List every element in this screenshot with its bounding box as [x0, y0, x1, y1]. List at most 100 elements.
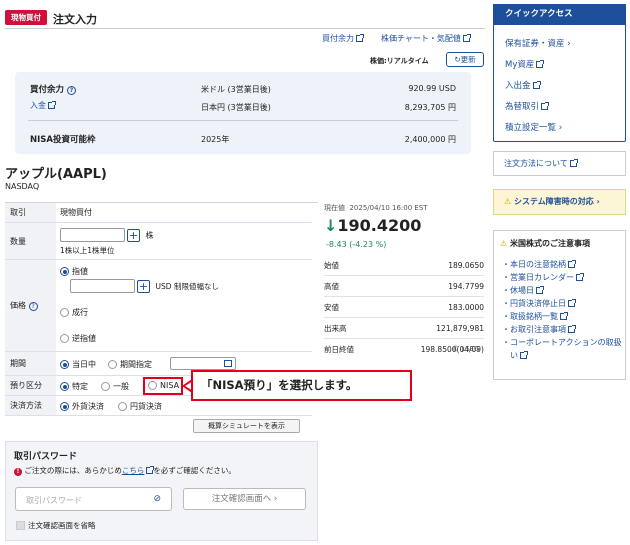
- calendar-icon[interactable]: [224, 360, 232, 367]
- warning-triangle-icon: ⚠: [500, 239, 508, 248]
- checkbox[interactable]: [16, 521, 25, 530]
- radio-market[interactable]: [60, 308, 69, 317]
- quick-link-deposit[interactable]: 入出金: [505, 79, 620, 100]
- qty-unit: 株: [145, 230, 154, 240]
- password-title: 取引パスワード: [14, 452, 78, 462]
- order-type-badge: 現物買付: [5, 10, 47, 25]
- limit-option[interactable]: 指値: [60, 266, 88, 277]
- nisa-label: NISA投資可能枠: [30, 135, 96, 145]
- external-link-icon: [560, 312, 568, 320]
- stop-option[interactable]: 逆指値: [60, 333, 96, 344]
- radio-specific[interactable]: [60, 382, 69, 391]
- notice-item[interactable]: ・円貨決済停止日: [502, 297, 622, 310]
- usd-label: 米ドル (3営業日後): [201, 85, 271, 94]
- radio-today[interactable]: [60, 360, 69, 369]
- help-icon[interactable]: ?: [66, 86, 76, 95]
- high-row: 高値 194.7799: [324, 276, 484, 297]
- market-option[interactable]: 成行: [60, 307, 88, 318]
- general-option[interactable]: 一般: [101, 381, 129, 392]
- usd-value: 920.99 USD: [408, 84, 456, 93]
- radio-general[interactable]: [101, 382, 110, 391]
- radio-nisa[interactable]: [148, 381, 157, 390]
- quick-link-my-assets[interactable]: My資産: [505, 58, 620, 79]
- external-link-icon: [569, 159, 578, 167]
- page-title: 注文入力: [53, 13, 97, 26]
- date-input[interactable]: [170, 357, 236, 370]
- chevron-right-icon: ›: [596, 197, 600, 206]
- external-link-icon: [520, 351, 528, 359]
- volume-row: 出来高 121,879,981: [324, 318, 484, 339]
- radio-limit[interactable]: [60, 267, 69, 276]
- qty-input[interactable]: [60, 228, 125, 242]
- radio-foreign[interactable]: [60, 402, 69, 411]
- help-icon[interactable]: ?: [28, 302, 38, 311]
- notice-item[interactable]: ・本日の注意銘柄: [502, 258, 622, 271]
- simulate-button[interactable]: 概算シミュレートを表示: [193, 419, 300, 433]
- quick-link-forex[interactable]: 為替取引: [505, 100, 620, 121]
- password-input[interactable]: 取引パスワード ⊘: [15, 487, 172, 511]
- price-cell: 指値 + USD 制限値幅なし 成行 逆指値: [56, 260, 312, 352]
- trade-value: 現物買付: [56, 203, 312, 223]
- yen-option[interactable]: 円貨決済: [118, 401, 162, 412]
- header-divider: [5, 28, 485, 29]
- confirm-here-link[interactable]: こちら: [122, 466, 145, 475]
- external-link-icon: [146, 466, 155, 474]
- qty-cell: + 株 1株以上1株単位: [56, 223, 312, 260]
- chart-link[interactable]: 株価チャート・気配値: [381, 33, 471, 44]
- lseg-credit: © LSEG: [452, 345, 480, 353]
- today-option[interactable]: 当日中: [60, 359, 96, 370]
- quick-link-savings[interactable]: 積立設定一覧 ›: [505, 121, 620, 142]
- account-label: 預り区分: [5, 376, 56, 396]
- price-plus-button[interactable]: +: [137, 279, 150, 293]
- external-link-icon: [48, 101, 56, 109]
- notice-item[interactable]: ・営業日カレンダー: [502, 271, 622, 284]
- external-link-icon: [568, 299, 576, 307]
- external-link-icon: [536, 286, 544, 294]
- low-row: 安値 183.0000: [324, 297, 484, 318]
- eye-slash-icon[interactable]: ⊘: [153, 494, 161, 504]
- notice-item[interactable]: ・休場日: [502, 284, 622, 297]
- period-option[interactable]: 期間指定: [108, 359, 152, 370]
- current-price: ↓190.4200: [324, 216, 422, 235]
- skip-confirm-checkbox[interactable]: 注文確認画面を省略: [16, 520, 96, 531]
- external-link-icon: [356, 34, 364, 42]
- warning-icon: !: [14, 468, 22, 476]
- price-realtime-label: 株価:リアルタイム: [370, 57, 429, 65]
- notice-item[interactable]: ・コーポレートアクションの取扱い: [502, 336, 622, 362]
- quick-links: 保有証券・資産 › My資産 入出金 為替取引 積立設定一覧 ›: [505, 37, 620, 142]
- open-row: 始値 189.0650: [324, 255, 484, 276]
- notice-item[interactable]: ・取扱銘柄一覧: [502, 310, 622, 323]
- notice-title: ⚠ 米国株式のご注意事項: [500, 239, 590, 248]
- nisa-option[interactable]: NISA: [143, 377, 183, 395]
- confirm-order-button[interactable]: 注文確認画面へ ›: [183, 488, 306, 510]
- chevron-right-icon: ›: [567, 39, 571, 49]
- buying-power-link[interactable]: 買付余力: [322, 33, 364, 44]
- qty-note: 1株以上1株単位: [60, 246, 115, 255]
- price-label: 価格 ?: [5, 260, 56, 352]
- quick-link-holdings[interactable]: 保有証券・資産 ›: [505, 37, 620, 58]
- qty-label: 数量: [5, 223, 56, 260]
- stock-market: NASDAQ: [5, 182, 40, 191]
- external-link-icon: [576, 273, 584, 281]
- instruction-callout: 「NISA預り」を選択します。: [191, 370, 412, 401]
- foreign-option[interactable]: 外貨決済: [60, 401, 104, 412]
- radio-period[interactable]: [108, 360, 117, 369]
- refresh-button[interactable]: ↻更新: [446, 52, 484, 67]
- summary-divider: [28, 120, 458, 121]
- buying-power-label: 買付余力 ?: [30, 83, 76, 95]
- price-input[interactable]: [70, 279, 135, 293]
- external-link-icon: [536, 60, 545, 68]
- specific-option[interactable]: 特定: [60, 381, 88, 392]
- qty-plus-button[interactable]: +: [127, 228, 140, 242]
- stock-name: アップル(AAPL): [5, 167, 107, 182]
- password-note: ! ご注文の際には、あらかじめこちら を必ずご確認ください。: [14, 465, 236, 476]
- radio-yen[interactable]: [118, 402, 127, 411]
- deposit-link[interactable]: 入金: [30, 100, 56, 111]
- system-fault-link[interactable]: ⚠ システム障害時の対応 ›: [493, 189, 626, 215]
- order-method-link[interactable]: 注文方法について: [493, 151, 626, 176]
- notice-item[interactable]: ・お取引注意事項: [502, 323, 622, 336]
- warning-triangle-icon: ⚠: [504, 197, 512, 206]
- radio-stop[interactable]: [60, 334, 69, 343]
- chevron-right-icon: ›: [273, 494, 278, 504]
- period-label: 期間: [5, 352, 56, 376]
